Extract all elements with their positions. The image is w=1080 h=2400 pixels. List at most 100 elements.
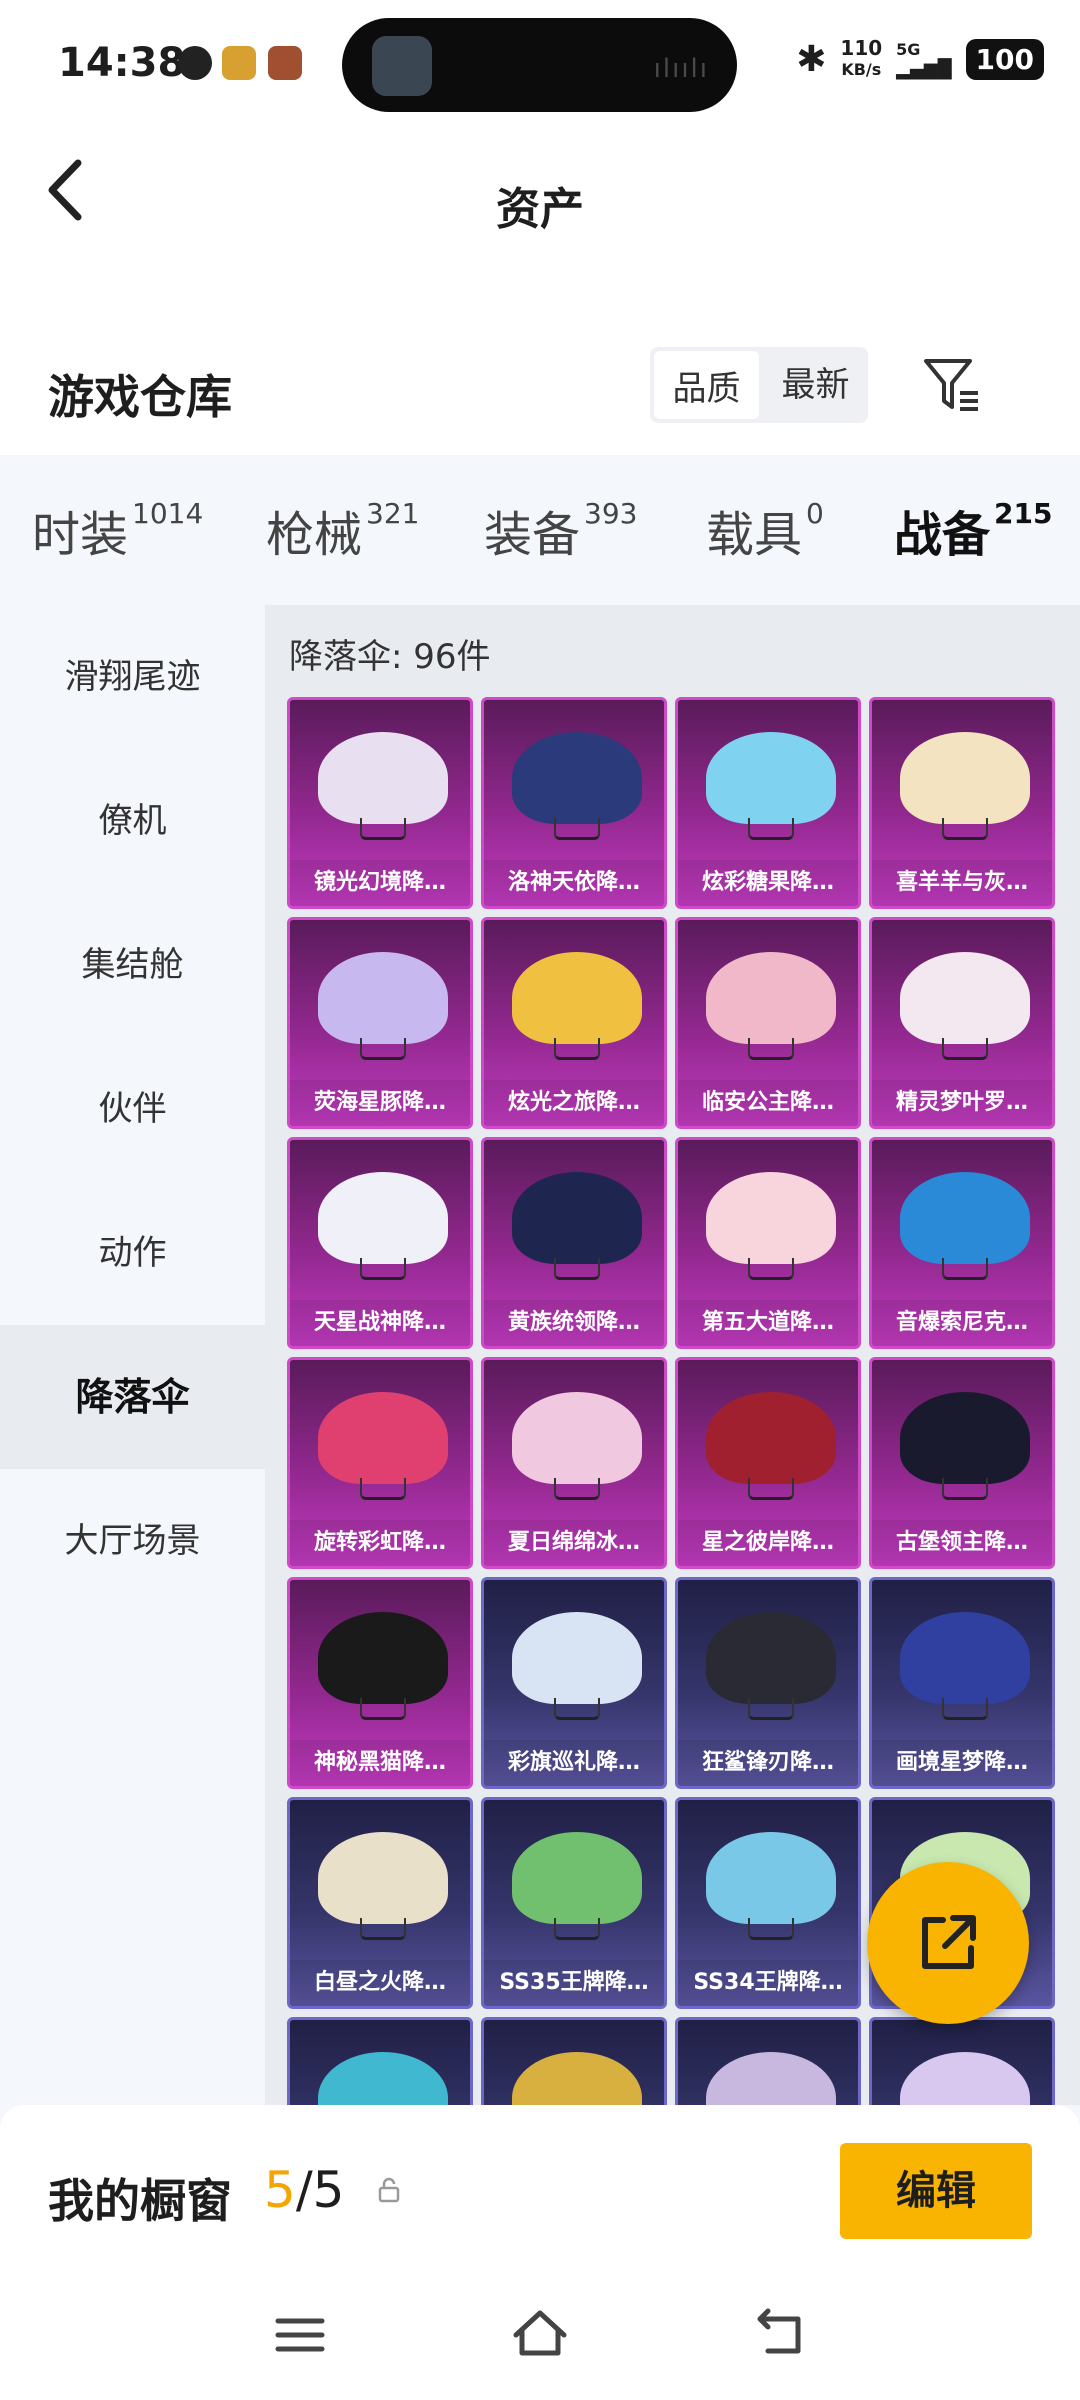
parachute-image: [318, 2052, 448, 2105]
item-card[interactable]: 精灵梦叶罗…: [869, 917, 1055, 1129]
item-card[interactable]: 神秘黑猫降…: [287, 1577, 473, 1789]
parachute-image: [512, 732, 642, 824]
share-fab[interactable]: [867, 1862, 1029, 2024]
item-count-label: 降落伞: 96件: [289, 637, 491, 677]
tab-vehicles[interactable]: 载具 0: [706, 495, 824, 565]
app-notification-icon: [178, 46, 212, 80]
item-card[interactable]: 炫光之旅降…: [481, 917, 667, 1129]
showcase-current: 5: [264, 2161, 296, 2219]
parachute-image: [706, 2052, 836, 2105]
sidebar-item-glide-trail[interactable]: 滑翔尾迹: [0, 605, 265, 749]
item-name: SS34王牌降…: [678, 1960, 858, 2006]
parachute-strings: [360, 1258, 406, 1280]
filter-icon[interactable]: [920, 353, 984, 417]
tab-label: 装备: [484, 507, 581, 563]
tab-count: 215: [994, 497, 1053, 530]
item-card[interactable]: [287, 2017, 473, 2105]
lock-icon: [378, 2177, 400, 2203]
parachute-strings: [748, 1918, 794, 1940]
parachute-strings: [942, 1038, 988, 1060]
sidebar-item-wingman[interactable]: 僚机: [0, 749, 265, 893]
sidebar-item-companion[interactable]: 伙伴: [0, 1037, 265, 1181]
item-card[interactable]: 黄族统领降…: [481, 1137, 667, 1349]
parachute-image: [900, 1172, 1030, 1264]
parachute-strings: [554, 1478, 600, 1500]
item-name: SS35王牌降…: [484, 1960, 664, 2006]
parachute-image: [512, 952, 642, 1044]
parachute-image: [900, 952, 1030, 1044]
sidebar-item-emote[interactable]: 动作: [0, 1181, 265, 1325]
item-card[interactable]: 夏日绵绵冰…: [481, 1357, 667, 1569]
parachute-image: [512, 1612, 642, 1704]
item-name: 旋转彩虹降…: [290, 1520, 470, 1566]
item-name: 音爆索尼克…: [872, 1300, 1052, 1346]
item-card[interactable]: [869, 2017, 1055, 2105]
parachute-image: [706, 1832, 836, 1924]
item-card[interactable]: 古堡领主降…: [869, 1357, 1055, 1569]
back-nav-icon[interactable]: [750, 2305, 810, 2365]
parachute-strings: [942, 1698, 988, 1720]
tab-count: 393: [584, 497, 638, 530]
item-card[interactable]: 炫彩糖果降…: [675, 697, 861, 909]
item-name: 神秘黑猫降…: [290, 1740, 470, 1786]
item-card[interactable]: 喜羊羊与灰…: [869, 697, 1055, 909]
tab-label: 枪械: [266, 507, 363, 563]
sidebar-item-lobby-scene[interactable]: 大厅场景: [0, 1469, 265, 1613]
sort-newest-option[interactable]: 最新: [763, 347, 868, 423]
sidebar-item-pod[interactable]: 集结舱: [0, 893, 265, 1037]
showcase-total: /5: [295, 2161, 345, 2219]
item-card[interactable]: 狂鲨锋刃降…: [675, 1577, 861, 1789]
parachute-image: [900, 1612, 1030, 1704]
page-title: 资产: [496, 184, 584, 235]
warehouse-header: 游戏仓库 品质 最新: [0, 325, 1080, 455]
item-card[interactable]: 旋转彩虹降…: [287, 1357, 473, 1569]
item-name: 彩旗巡礼降…: [484, 1740, 664, 1786]
parachute-strings: [748, 818, 794, 840]
item-card[interactable]: 音爆索尼克…: [869, 1137, 1055, 1349]
item-card[interactable]: SS34王牌降…: [675, 1797, 861, 2009]
tab-equipment[interactable]: 装备 393: [484, 495, 637, 565]
item-name: 画境星梦降…: [872, 1740, 1052, 1786]
edit-button[interactable]: 编辑: [840, 2143, 1032, 2239]
item-card[interactable]: 画境星梦降…: [869, 1577, 1055, 1789]
item-name: 镜光幻境降…: [290, 860, 470, 906]
item-name: 精灵梦叶罗…: [872, 1080, 1052, 1126]
tab-label: 战备: [894, 507, 991, 563]
parachute-image: [512, 1392, 642, 1484]
item-card[interactable]: SS35王牌降…: [481, 1797, 667, 2009]
sort-quality-option[interactable]: 品质: [654, 351, 759, 419]
item-card[interactable]: [481, 2017, 667, 2105]
battery-indicator: 100: [965, 38, 1044, 80]
item-name: 白昼之火降…: [290, 1960, 470, 2006]
showcase-count: 5/5: [264, 2161, 344, 2219]
item-card[interactable]: [675, 2017, 861, 2105]
parachute-image: [318, 952, 448, 1044]
dynamic-island: ılıılı: [342, 18, 737, 112]
parachute-strings: [942, 1478, 988, 1500]
item-card[interactable]: 星之彼岸降…: [675, 1357, 861, 1569]
parachute-image: [512, 1832, 642, 1924]
sort-toggle: 品质 最新: [650, 347, 868, 423]
home-icon[interactable]: [510, 2305, 570, 2365]
sidebar-item-parachute[interactable]: 降落伞: [0, 1325, 265, 1469]
tab-fashion[interactable]: 时装 1014: [32, 495, 203, 565]
tab-combat-gear[interactable]: 战备 215: [894, 495, 1053, 614]
bluetooth-icon: ✱: [796, 38, 827, 80]
item-name: 临安公主降…: [678, 1080, 858, 1126]
parachute-image: [900, 732, 1030, 824]
item-card[interactable]: 白昼之火降…: [287, 1797, 473, 2009]
item-card[interactable]: 天星战神降…: [287, 1137, 473, 1349]
item-card[interactable]: 洛神天依降…: [481, 697, 667, 909]
game-notification-icon: [268, 46, 302, 80]
tab-guns[interactable]: 枪械 321: [266, 495, 419, 565]
showcase-bar: 我的橱窗 5/5 编辑: [0, 2105, 1080, 2400]
item-card[interactable]: 临安公主降…: [675, 917, 861, 1129]
menu-icon[interactable]: [270, 2305, 330, 2365]
parachute-image: [706, 1172, 836, 1264]
item-card[interactable]: 第五大道降…: [675, 1137, 861, 1349]
item-card[interactable]: 荧海星豚降…: [287, 917, 473, 1129]
item-card[interactable]: 镜光幻境降…: [287, 697, 473, 909]
parachute-image: [900, 2052, 1030, 2105]
signal-icon: 5G ▂▄▆█: [896, 40, 952, 80]
item-card[interactable]: 彩旗巡礼降…: [481, 1577, 667, 1789]
